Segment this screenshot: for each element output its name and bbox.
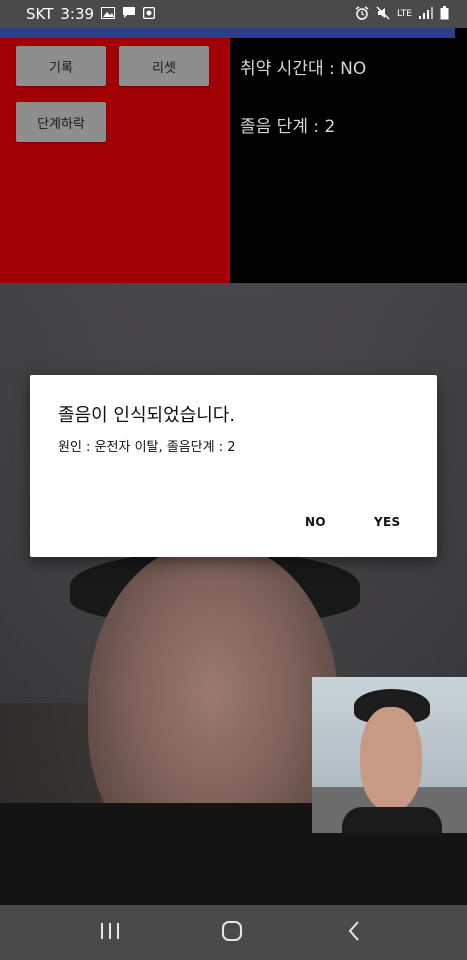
status-right: LTE [355, 5, 449, 23]
drowsy-level-status: 졸음 단계 : 2 [240, 117, 336, 137]
recents-button[interactable] [80, 905, 140, 960]
control-panel: 기록 리셋 단계하락 [0, 38, 230, 283]
back-icon [347, 920, 361, 946]
home-button[interactable] [202, 905, 262, 960]
status-bar: SKT 3:39 LTE [0, 0, 467, 28]
battery-icon [440, 5, 449, 23]
mute-icon [376, 5, 390, 23]
navigation-bar [0, 905, 467, 960]
clock: 3:39 [60, 5, 95, 23]
vulnerable-time-status: 취약 시간대 : NO [240, 59, 367, 79]
gallery-icon [101, 6, 116, 22]
info-panel: 취약 시간대 : NO 졸음 단계 : 2 [230, 38, 467, 283]
message-icon [122, 6, 136, 22]
carrier-label: SKT [26, 5, 54, 23]
front-camera-thumbnail [312, 677, 467, 833]
network-label: LTE [397, 8, 412, 19]
signal-icon [419, 6, 433, 22]
dialog-no-button[interactable]: NO [305, 515, 326, 529]
alarm-icon [355, 5, 369, 23]
record-button[interactable]: 기록 [16, 46, 106, 86]
level-down-button[interactable]: 단계하락 [16, 102, 106, 142]
home-icon [221, 920, 243, 946]
drowsiness-alert-dialog: 졸음이 인식되었습니다. 원인 : 운전자 이탈, 졸음단계 : 2 NO YE… [30, 375, 437, 557]
dialog-message: 원인 : 운전자 이탈, 졸음단계 : 2 [58, 440, 236, 455]
back-button[interactable] [324, 905, 384, 960]
thumbnail-subject-face [360, 707, 422, 811]
notification-icon [142, 6, 156, 22]
thumbnail-subject-shirt [342, 807, 442, 833]
status-left: SKT 3:39 [26, 5, 156, 23]
dialog-title: 졸음이 인식되었습니다. [58, 405, 236, 426]
reset-button[interactable]: 리셋 [119, 46, 209, 86]
accent-stripe [0, 28, 455, 38]
recents-icon [99, 922, 121, 944]
dialog-yes-button[interactable]: YES [374, 515, 400, 529]
